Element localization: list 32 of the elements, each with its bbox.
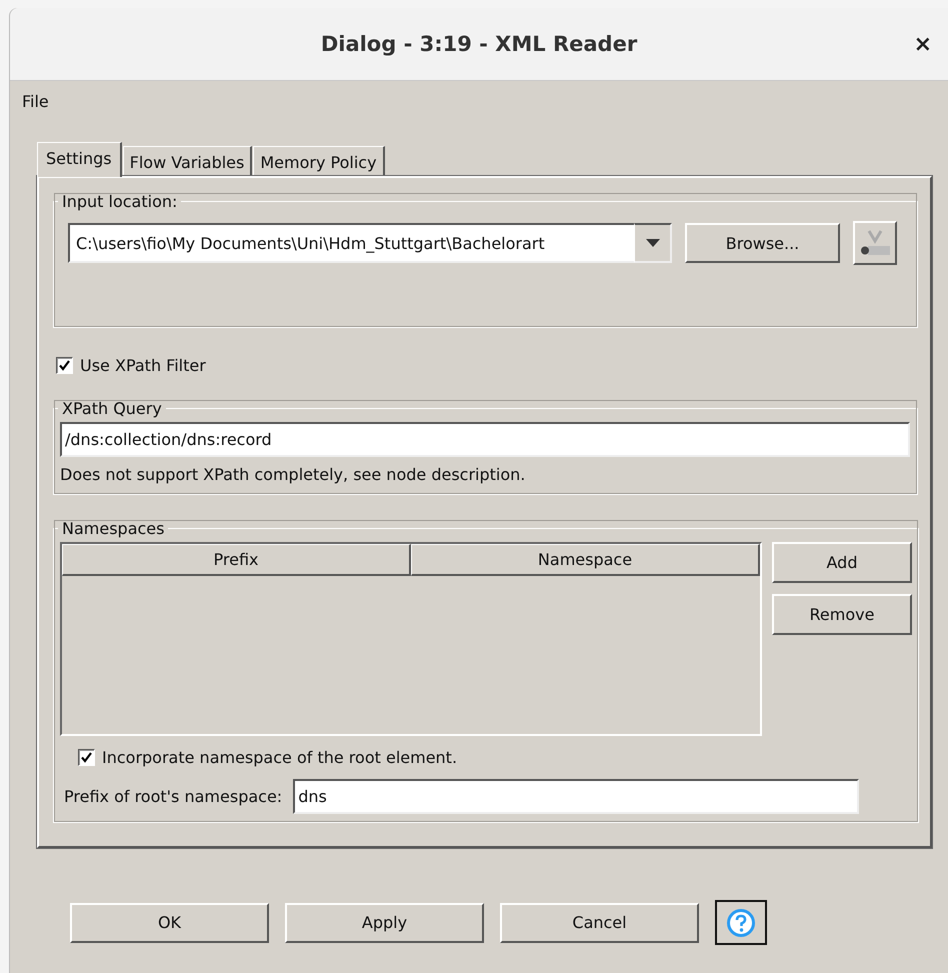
menu-item[interactable]: File — [22, 92, 49, 110]
xpath-query-field[interactable]: /dns:collection/dns:record — [60, 422, 910, 457]
tab[interactable]: Flow Variables — [122, 146, 252, 176]
window-title: Dialog - 3:19 - XML Reader — [320, 32, 638, 56]
table-action-button[interactable]: Add — [772, 542, 912, 583]
checkbox-label: Use XPath Filter — [80, 356, 206, 375]
help-icon — [726, 908, 756, 938]
variable-icon — [858, 229, 892, 257]
group-label: XPath Query — [61, 399, 163, 418]
flow-variable-button[interactable] — [853, 221, 897, 265]
field-label: Prefix of root's namespace: — [64, 787, 282, 806]
browse-button[interactable]: Browse... — [685, 223, 840, 263]
help-button[interactable] — [715, 900, 767, 945]
checkbox[interactable] — [56, 357, 73, 374]
tab[interactable]: Settings — [37, 142, 122, 177]
column-header[interactable]: Namespace — [411, 544, 760, 576]
dialog-button[interactable]: OK — [70, 902, 269, 942]
dialog-button[interactable]: Apply — [285, 902, 484, 942]
close-button[interactable]: × — [908, 30, 938, 59]
group-label: Input location: — [61, 192, 178, 211]
path-dropdown[interactable]: C:\users\fio\My Documents\Uni\Hdm_Stuttgart\Bachelorart — [68, 223, 634, 263]
tab[interactable]: Memory Policy — [253, 146, 385, 176]
checkbox-label: Incorporate namespace of the root element. — [102, 748, 458, 767]
help-text: Does not support XPath completely, see node description. — [60, 465, 526, 484]
group-label: Namespaces — [61, 519, 166, 538]
caret-icon — [646, 239, 660, 247]
dropdown-button[interactable] — [634, 223, 672, 263]
checkbox[interactable] — [78, 749, 95, 766]
dialog-button[interactable]: Cancel — [500, 902, 699, 942]
prefix-field[interactable]: dns — [293, 779, 860, 814]
column-header[interactable]: Prefix — [62, 544, 411, 576]
table-action-button[interactable]: Remove — [772, 594, 912, 635]
